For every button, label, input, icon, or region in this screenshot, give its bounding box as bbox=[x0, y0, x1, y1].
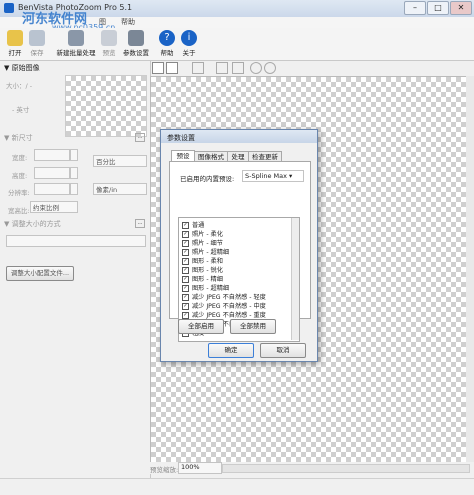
batch-icon bbox=[68, 30, 84, 46]
dialog-title-bar: 参数设置 bbox=[161, 130, 317, 143]
save-button[interactable]: 保存 bbox=[24, 30, 50, 58]
list-item[interactable]: ✓ 照片 - 超精细 bbox=[182, 247, 229, 256]
new-size-options-button[interactable]: … bbox=[135, 133, 145, 142]
select-tool-icon[interactable] bbox=[166, 62, 178, 74]
list-item[interactable]: ✓ 照片 - 柔化 bbox=[182, 229, 223, 238]
resize-method-options-button[interactable]: … bbox=[135, 219, 145, 228]
preview-label: 预览 bbox=[102, 49, 116, 57]
resolution-label: 分辨率: bbox=[8, 189, 30, 197]
width-label: 宽度: bbox=[12, 154, 28, 162]
preset-label: 已启用的内置预设: bbox=[180, 175, 235, 183]
settings-icon bbox=[128, 30, 144, 46]
view-toolbar bbox=[150, 61, 474, 75]
width-stepper[interactable] bbox=[70, 149, 78, 161]
enable-all-button[interactable]: 全部启用 bbox=[178, 319, 224, 334]
resize-method-header[interactable]: ▼ 调整大小的方式 bbox=[4, 219, 61, 229]
settings-label: 参数设置 bbox=[123, 49, 149, 57]
left-panel: ▼ 原始图像 大小：/ - - 英寸 ▼ 新尺寸 … 宽度: 高度: 百分比 分… bbox=[0, 61, 151, 494]
horizontal-scrollbar[interactable] bbox=[222, 464, 470, 473]
app-icon bbox=[4, 3, 14, 13]
height-field[interactable] bbox=[34, 167, 70, 179]
width-field[interactable] bbox=[34, 149, 70, 161]
disable-all-button[interactable]: 全部禁用 bbox=[230, 319, 276, 334]
save-label: 保存 bbox=[30, 49, 44, 57]
preview-button[interactable]: 预览 bbox=[96, 30, 122, 58]
about-label: 关于 bbox=[182, 49, 196, 57]
aspect-ratio-select[interactable]: 约束比例 bbox=[30, 201, 78, 213]
aspect-ratio-label: 宽高比: bbox=[8, 207, 30, 215]
presets-panel: 已启用的内置预设: S-Spline Max ▾ ✓ 普通 ✓ 照片 - 柔化 ✓ 照… bbox=[169, 161, 311, 342]
resolution-unit-select[interactable]: 像素/in bbox=[93, 183, 147, 195]
height-stepper[interactable] bbox=[70, 167, 78, 179]
source-thumbnail bbox=[65, 75, 147, 137]
resize-method-select[interactable] bbox=[6, 235, 146, 247]
rotate-right-icon[interactable] bbox=[264, 62, 276, 74]
new-batch-label: 新建批量处理 bbox=[56, 49, 96, 57]
preset-list-scrollbar[interactable] bbox=[291, 218, 299, 340]
list-item[interactable]: ✓ 普通 bbox=[182, 220, 204, 229]
list-item[interactable]: ✓ 照片 - 细节 bbox=[182, 238, 223, 247]
source-ppi-label: - 英寸 bbox=[12, 106, 30, 114]
ok-button[interactable]: 确定 bbox=[208, 343, 254, 358]
help-icon: ? bbox=[159, 30, 175, 46]
resolution-stepper[interactable] bbox=[70, 183, 78, 195]
status-bar bbox=[0, 478, 474, 495]
settings-button[interactable]: 参数设置 bbox=[121, 30, 151, 58]
save-icon bbox=[29, 30, 45, 46]
new-size-header[interactable]: ▼ 新尺寸 bbox=[4, 133, 33, 143]
list-item[interactable]: ✓ 图形 - 柔和 bbox=[182, 256, 223, 265]
fit-height-icon[interactable] bbox=[232, 62, 244, 74]
resize-profile-button[interactable]: 调整大小配置文件... bbox=[6, 266, 74, 281]
list-item[interactable]: ✓ 图形 - 锐化 bbox=[182, 265, 223, 274]
new-batch-button[interactable]: 新建批量处理 bbox=[56, 30, 96, 58]
close-button[interactable]: ✕ bbox=[450, 1, 472, 15]
resolution-field[interactable] bbox=[34, 183, 70, 195]
zoom-bar: 预览缩放: 100% bbox=[150, 462, 474, 474]
height-label: 高度: bbox=[12, 172, 28, 180]
zoom-select[interactable]: 100% bbox=[178, 462, 222, 474]
maximize-button[interactable]: □ bbox=[427, 1, 449, 15]
list-item[interactable]: ✓ 减少 JPEG 不自然感 - 中度 bbox=[182, 301, 266, 310]
preview-icon bbox=[101, 30, 117, 46]
dialog-title: 参数设置 bbox=[167, 134, 195, 142]
preset-select[interactable]: S-Spline Max ▾ bbox=[242, 170, 304, 182]
open-folder-icon bbox=[7, 30, 23, 46]
vertical-scrollbar[interactable] bbox=[466, 76, 474, 464]
unit-select[interactable]: 百分比 bbox=[93, 155, 147, 167]
cancel-button[interactable]: 取消 bbox=[260, 343, 306, 358]
toolbar: 打开 保存 新建批量处理 预览 参数设置 ? 帮助 i 关于 bbox=[0, 28, 474, 61]
about-button[interactable]: i 关于 bbox=[176, 30, 202, 58]
menu-item-help[interactable]: 帮助 bbox=[121, 17, 135, 27]
minimize-button[interactable]: – bbox=[404, 1, 426, 15]
crop-icon[interactable] bbox=[192, 62, 204, 74]
source-size-label: 大小：/ - bbox=[6, 82, 33, 90]
rotate-left-icon[interactable] bbox=[250, 62, 262, 74]
settings-dialog: 参数设置 预设 图像格式 处理 检查更新 已启用的内置预设: S-Spline … bbox=[160, 129, 318, 362]
list-item[interactable]: ✓ 图形 - 超精细 bbox=[182, 283, 229, 292]
fit-width-icon[interactable] bbox=[216, 62, 228, 74]
list-item[interactable]: ✓ 减少 JPEG 不自然感 - 轻度 bbox=[182, 292, 266, 301]
source-image-header[interactable]: ▼ 原始图像 bbox=[4, 63, 40, 73]
hand-tool-icon[interactable] bbox=[152, 62, 164, 74]
about-icon: i bbox=[181, 30, 197, 46]
list-item[interactable]: ✓ 图形 - 精细 bbox=[182, 274, 223, 283]
zoom-label: 预览缩放: bbox=[150, 466, 179, 474]
list-item[interactable]: ✓ 减少 JPEG 不自然感 - 重度 bbox=[182, 310, 266, 319]
